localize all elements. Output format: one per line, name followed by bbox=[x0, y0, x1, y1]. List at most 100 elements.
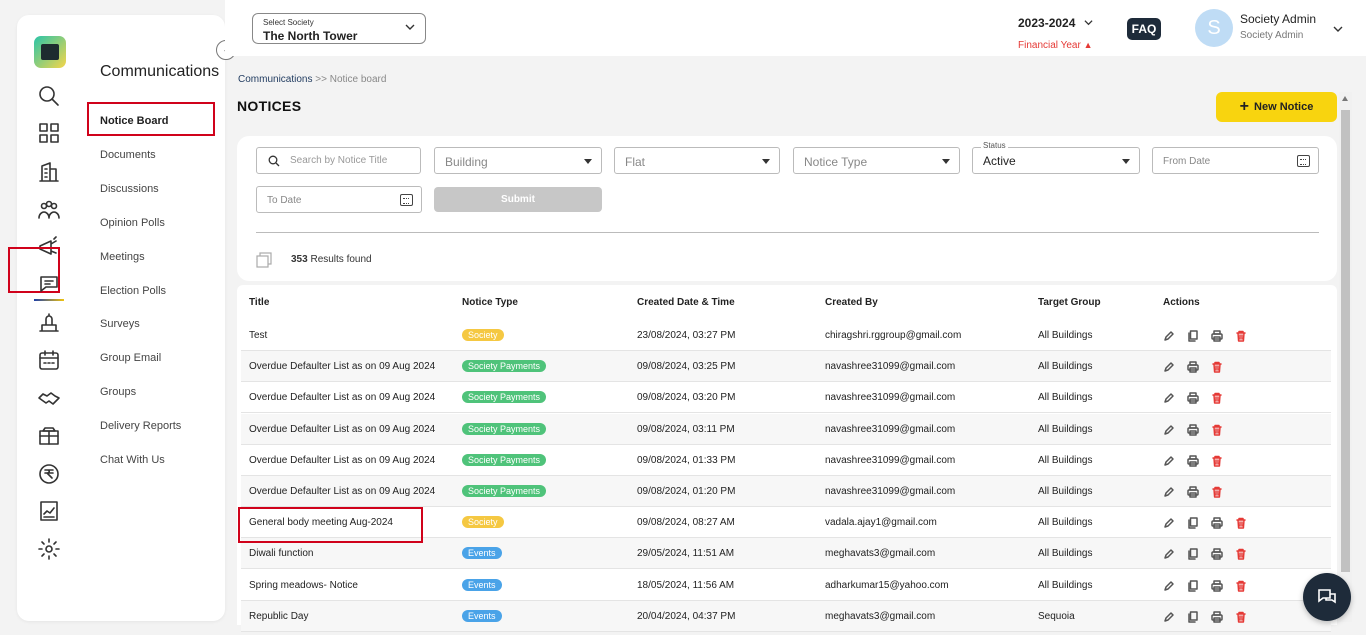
breadcrumb-parent[interactable]: Communications bbox=[238, 74, 312, 85]
edit-icon[interactable] bbox=[1163, 391, 1175, 404]
people-icon[interactable] bbox=[36, 197, 62, 223]
cell-title[interactable]: Overdue Defaulter List as on 09 Aug 2024 bbox=[249, 486, 435, 497]
cell-title[interactable]: Overdue Defaulter List as on 09 Aug 2024 bbox=[249, 361, 435, 372]
copy-icon[interactable] bbox=[1187, 610, 1199, 623]
from-date-input[interactable]: From Date bbox=[1152, 147, 1319, 174]
delete-icon[interactable] bbox=[1211, 360, 1223, 373]
dashboard-icon[interactable] bbox=[36, 120, 62, 146]
avatar[interactable]: S bbox=[1195, 9, 1233, 47]
cell-title[interactable]: Republic Day bbox=[249, 611, 308, 622]
table-row[interactable]: Overdue Defaulter List as on 09 Aug 2024… bbox=[241, 413, 1331, 445]
cell-title[interactable]: Test bbox=[249, 330, 267, 341]
table-row[interactable]: Overdue Defaulter List as on 09 Aug 2024… bbox=[241, 382, 1331, 414]
cell-title[interactable]: Overdue Defaulter List as on 09 Aug 2024 bbox=[249, 455, 435, 466]
submit-button[interactable]: Submit bbox=[434, 187, 602, 212]
rupee-icon[interactable] bbox=[36, 461, 62, 487]
subnav-item-delivery-reports[interactable]: Delivery Reports bbox=[100, 420, 181, 432]
status-select[interactable]: Status Active bbox=[972, 141, 1140, 174]
delete-icon[interactable] bbox=[1211, 485, 1223, 498]
subnav-item-documents[interactable]: Documents bbox=[100, 149, 156, 161]
edit-icon[interactable] bbox=[1163, 454, 1175, 466]
header-created-by[interactable]: Created By bbox=[825, 297, 878, 308]
delete-icon[interactable] bbox=[1235, 547, 1247, 561]
print-icon[interactable] bbox=[1187, 454, 1199, 467]
delete-icon[interactable] bbox=[1235, 579, 1247, 592]
package-icon[interactable] bbox=[36, 423, 62, 449]
handshake-icon[interactable] bbox=[36, 385, 62, 411]
delete-icon[interactable] bbox=[1211, 391, 1223, 405]
scrollbar-thumb[interactable] bbox=[1341, 110, 1350, 572]
cell-title[interactable]: Spring meadows- Notice bbox=[249, 580, 358, 591]
search-input[interactable]: Search by Notice Title bbox=[256, 147, 421, 174]
table-row[interactable]: Test Society 23/08/2024, 03:27 PM chiragshr… bbox=[241, 320, 1331, 351]
edit-icon[interactable] bbox=[1163, 516, 1175, 528]
table-row[interactable]: Overdue Defaulter List as on 09 Aug 2024… bbox=[241, 476, 1331, 507]
copy-icon[interactable] bbox=[1187, 516, 1199, 529]
select-all-checkbox[interactable] bbox=[256, 252, 272, 268]
subnav-item-discussions[interactable]: Discussions bbox=[100, 183, 159, 195]
reports-icon[interactable] bbox=[36, 498, 62, 524]
faq-button[interactable]: FAQ bbox=[1127, 18, 1161, 40]
print-icon[interactable] bbox=[1211, 516, 1223, 529]
helpdesk-icon[interactable] bbox=[36, 310, 62, 336]
print-icon[interactable] bbox=[1211, 579, 1223, 592]
calendar-icon[interactable] bbox=[36, 347, 62, 373]
print-icon[interactable] bbox=[1187, 485, 1199, 498]
print-icon[interactable] bbox=[1211, 329, 1223, 342]
delete-icon[interactable] bbox=[1235, 329, 1247, 342]
edit-icon[interactable] bbox=[1163, 579, 1175, 591]
search-icon[interactable] bbox=[36, 83, 62, 109]
table-row[interactable]: Republic Day Events 20/04/2024, 04:37 PM me… bbox=[241, 600, 1331, 632]
cell-title[interactable]: Overdue Defaulter List as on 09 Aug 2024 bbox=[249, 424, 435, 435]
delete-icon[interactable] bbox=[1235, 610, 1247, 623]
cell-title[interactable]: Diwali function bbox=[249, 548, 313, 559]
table-row[interactable]: Overdue Defaulter List as on 09 Aug 2024… bbox=[241, 351, 1331, 383]
copy-icon[interactable] bbox=[1187, 579, 1199, 592]
copy-icon[interactable] bbox=[1187, 329, 1199, 342]
cell-title[interactable]: Overdue Defaulter List as on 09 Aug 2024 bbox=[249, 392, 435, 403]
delete-icon[interactable] bbox=[1211, 423, 1223, 436]
print-icon[interactable] bbox=[1187, 391, 1199, 405]
header-title[interactable]: Title bbox=[249, 297, 269, 308]
header-notice-type[interactable]: Notice Type bbox=[462, 297, 518, 308]
notice-type-select[interactable]: Notice Type bbox=[793, 147, 960, 174]
building-icon[interactable] bbox=[36, 159, 62, 185]
subnav-item-groups[interactable]: Groups bbox=[100, 386, 136, 398]
settings-icon[interactable] bbox=[36, 536, 62, 562]
communications-icon[interactable] bbox=[36, 271, 62, 297]
subnav-item-meetings[interactable]: Meetings bbox=[100, 251, 145, 263]
subnav-item-opinion-polls[interactable]: Opinion Polls bbox=[100, 217, 165, 229]
print-icon[interactable] bbox=[1211, 547, 1223, 561]
print-icon[interactable] bbox=[1187, 360, 1199, 373]
delete-icon[interactable] bbox=[1235, 516, 1247, 529]
new-notice-button[interactable]: + New Notice bbox=[1216, 92, 1337, 122]
header-target-group[interactable]: Target Group bbox=[1038, 297, 1101, 308]
calendar-icon[interactable] bbox=[1297, 155, 1310, 167]
delete-icon[interactable] bbox=[1211, 454, 1223, 467]
print-icon[interactable] bbox=[1211, 610, 1223, 623]
subnav-item-group-email[interactable]: Group Email bbox=[100, 352, 161, 364]
scroll-up-icon[interactable] bbox=[1342, 96, 1348, 101]
chat-support-button[interactable] bbox=[1303, 573, 1351, 621]
subnav-item-chat-with-us[interactable]: Chat With Us bbox=[100, 454, 165, 466]
edit-icon[interactable] bbox=[1163, 610, 1175, 622]
financial-year-selector[interactable]: 2023-2024 Financial Year ▲ bbox=[1018, 14, 1093, 51]
copy-icon[interactable] bbox=[1187, 547, 1199, 561]
header-created-date[interactable]: Created Date & Time bbox=[637, 297, 735, 308]
app-logo[interactable] bbox=[34, 36, 66, 68]
edit-icon[interactable] bbox=[1163, 360, 1175, 372]
table-row[interactable]: Spring meadows- Notice Events 18/05/2024, … bbox=[241, 570, 1331, 601]
print-icon[interactable] bbox=[1187, 423, 1199, 436]
edit-icon[interactable] bbox=[1163, 423, 1175, 435]
chevron-down-icon[interactable] bbox=[1333, 24, 1343, 34]
table-row[interactable]: Overdue Defaulter List as on 09 Aug 2024… bbox=[241, 445, 1331, 476]
building-select[interactable]: Building bbox=[434, 147, 602, 174]
table-row[interactable]: Diwali function Events 29/05/2024, 11:51 A… bbox=[241, 538, 1331, 570]
calendar-icon[interactable] bbox=[400, 194, 413, 206]
flat-select[interactable]: Flat bbox=[614, 147, 780, 174]
subnav-item-notice-board[interactable]: Notice Board bbox=[100, 115, 168, 127]
subnav-item-election-polls[interactable]: Election Polls bbox=[100, 285, 166, 297]
society-select[interactable]: Select Society The North Tower bbox=[252, 13, 426, 44]
edit-icon[interactable] bbox=[1163, 547, 1175, 560]
edit-icon[interactable] bbox=[1163, 485, 1175, 497]
